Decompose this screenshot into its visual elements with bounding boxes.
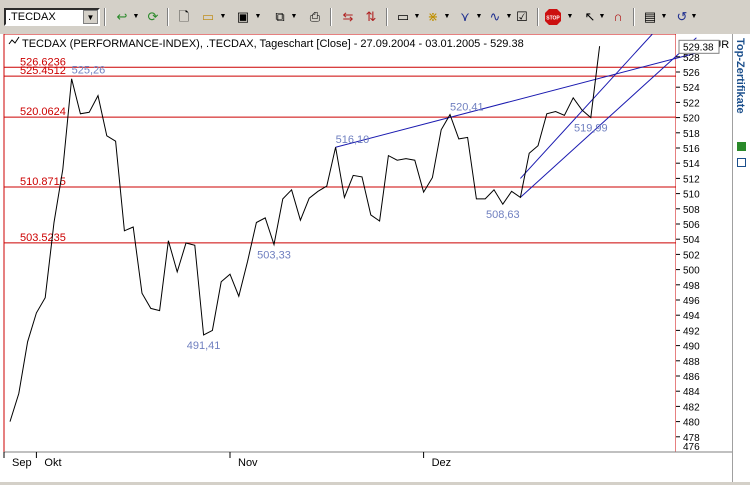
last-price-label: 529.38 xyxy=(683,42,714,53)
refresh-icon[interactable]: ↩ xyxy=(112,8,132,26)
green-arrow-icon[interactable] xyxy=(737,142,746,151)
x-month-label: Okt xyxy=(44,457,61,469)
side-panel-label[interactable]: Top-Zertifikate xyxy=(734,38,746,114)
peak-label: 508,63 xyxy=(486,209,520,221)
y-tick-label: 482 xyxy=(683,402,700,413)
chart-type-icon[interactable]: ⇆ xyxy=(338,8,358,26)
y-tick-label: 506 xyxy=(683,220,700,231)
screen-dropdown-icon[interactable]: ▼ xyxy=(660,8,668,26)
y-tick-label: 498 xyxy=(683,281,700,292)
peak-label: 503,33 xyxy=(257,249,291,261)
separator xyxy=(537,8,539,26)
y-tick-label: 504 xyxy=(683,235,700,246)
toolbar: .TECDAX ▼ ↩ ▼ ⟳ 🗋 ▭ ▼ ▣ ▼ ⧉ ▼ ⎙ ⇆ ⇅ ▭ ▼ … xyxy=(0,0,750,35)
symbol-combobox[interactable]: .TECDAX ▼ xyxy=(4,8,100,26)
y-tick-label: 528 xyxy=(683,53,700,64)
pointer-dropdown-icon[interactable]: ▼ xyxy=(598,8,606,26)
separator xyxy=(386,8,388,26)
open-icon[interactable]: ▭ xyxy=(198,8,218,26)
peak-label: 516,10 xyxy=(336,134,370,146)
candles-dropdown-icon[interactable]: ▼ xyxy=(443,8,451,26)
y-tick-label: 494 xyxy=(683,311,700,322)
chevron-down-icon[interactable]: ▼ xyxy=(83,10,98,24)
y-tick-label: 476 xyxy=(683,442,700,453)
y-tick-label: 524 xyxy=(683,83,700,94)
separator xyxy=(330,8,332,26)
y-tick-label: 516 xyxy=(683,144,700,155)
stop-icon[interactable]: STOP xyxy=(543,8,563,26)
undo-dropdown-icon[interactable]: ▼ xyxy=(690,8,698,26)
save-icon[interactable]: ▣ xyxy=(233,8,253,26)
y-tick-label: 522 xyxy=(683,98,700,109)
indicators-icon[interactable]: ⋎ xyxy=(455,8,475,26)
side-panel: Top-Zertifikate xyxy=(732,34,750,482)
peak-label: 491,41 xyxy=(187,340,221,352)
magnet-icon[interactable]: ∩ xyxy=(608,8,628,26)
checkbox-icon[interactable] xyxy=(737,158,746,167)
y-tick-label: 526 xyxy=(683,68,700,79)
undo-icon[interactable]: ↺ xyxy=(672,8,692,26)
x-month-label: Dez xyxy=(432,457,452,469)
y-tick-label: 512 xyxy=(683,174,700,185)
print-icon[interactable]: ⎙ xyxy=(305,8,325,26)
y-tick-label: 502 xyxy=(683,250,700,261)
svg-text:STOP: STOP xyxy=(546,16,560,22)
peak-label: 519,99 xyxy=(574,123,608,135)
y-tick-label: 500 xyxy=(683,266,700,277)
level-label: 510.8715 xyxy=(20,176,66,188)
y-tick-label: 486 xyxy=(683,372,700,383)
separator xyxy=(167,8,169,26)
studies-icon[interactable]: ∿ xyxy=(485,8,505,26)
window-icon[interactable]: ▭ xyxy=(393,8,413,26)
y-tick-label: 496 xyxy=(683,296,700,307)
screen-icon[interactable]: ▤ xyxy=(640,8,660,26)
save-dropdown-icon[interactable]: ▼ xyxy=(254,8,262,26)
peak-label: 525,26 xyxy=(72,65,106,77)
candles-icon[interactable]: ⋇ xyxy=(423,8,443,26)
y-tick-label: 492 xyxy=(683,326,700,337)
level-label: 520.0624 xyxy=(20,106,66,118)
symbol-value: .TECDAX xyxy=(8,11,56,23)
separator xyxy=(104,8,106,26)
price-chart[interactable]: TECDAX (PERFORMANCE-INDEX), .TECDAX, Tag… xyxy=(0,33,750,482)
peak-label: 520,41 xyxy=(450,101,484,113)
y-tick-label: 520 xyxy=(683,114,700,125)
chart-window: TECDAX (PERFORMANCE-INDEX), .TECDAX, Tag… xyxy=(0,33,750,482)
y-tick-label: 484 xyxy=(683,387,700,398)
y-tick-label: 518 xyxy=(683,129,700,140)
y-tick-label: 488 xyxy=(683,357,700,368)
refresh-dropdown-icon[interactable]: ▼ xyxy=(132,8,140,26)
x-month-label: Nov xyxy=(238,457,258,469)
chart-zoom-icon[interactable]: ⇅ xyxy=(361,8,381,26)
new-icon[interactable]: 🗋 xyxy=(174,8,194,26)
y-tick-label: 480 xyxy=(683,418,700,429)
copy-icon[interactable]: ⧉ xyxy=(270,8,290,26)
separator xyxy=(633,8,635,26)
stop-dropdown-icon[interactable]: ▼ xyxy=(566,8,574,26)
x-month-label: Sep xyxy=(12,457,32,469)
chart-title: TECDAX (PERFORMANCE-INDEX), .TECDAX, Tag… xyxy=(22,38,524,50)
open-dropdown-icon[interactable]: ▼ xyxy=(219,8,227,26)
level-label: 525.4512 xyxy=(20,65,66,77)
indicators-dropdown-icon[interactable]: ▼ xyxy=(475,8,483,26)
reload-icon[interactable]: ⟳ xyxy=(143,8,163,26)
properties-icon[interactable]: ☑ xyxy=(512,8,532,26)
y-tick-label: 514 xyxy=(683,159,700,170)
y-tick-label: 508 xyxy=(683,205,700,216)
window-dropdown-icon[interactable]: ▼ xyxy=(413,8,421,26)
pointer-icon[interactable]: ↖ xyxy=(580,8,600,26)
y-tick-label: 490 xyxy=(683,342,700,353)
copy-dropdown-icon[interactable]: ▼ xyxy=(290,8,298,26)
level-label: 503.5235 xyxy=(20,232,66,244)
y-tick-label: 510 xyxy=(683,190,700,201)
